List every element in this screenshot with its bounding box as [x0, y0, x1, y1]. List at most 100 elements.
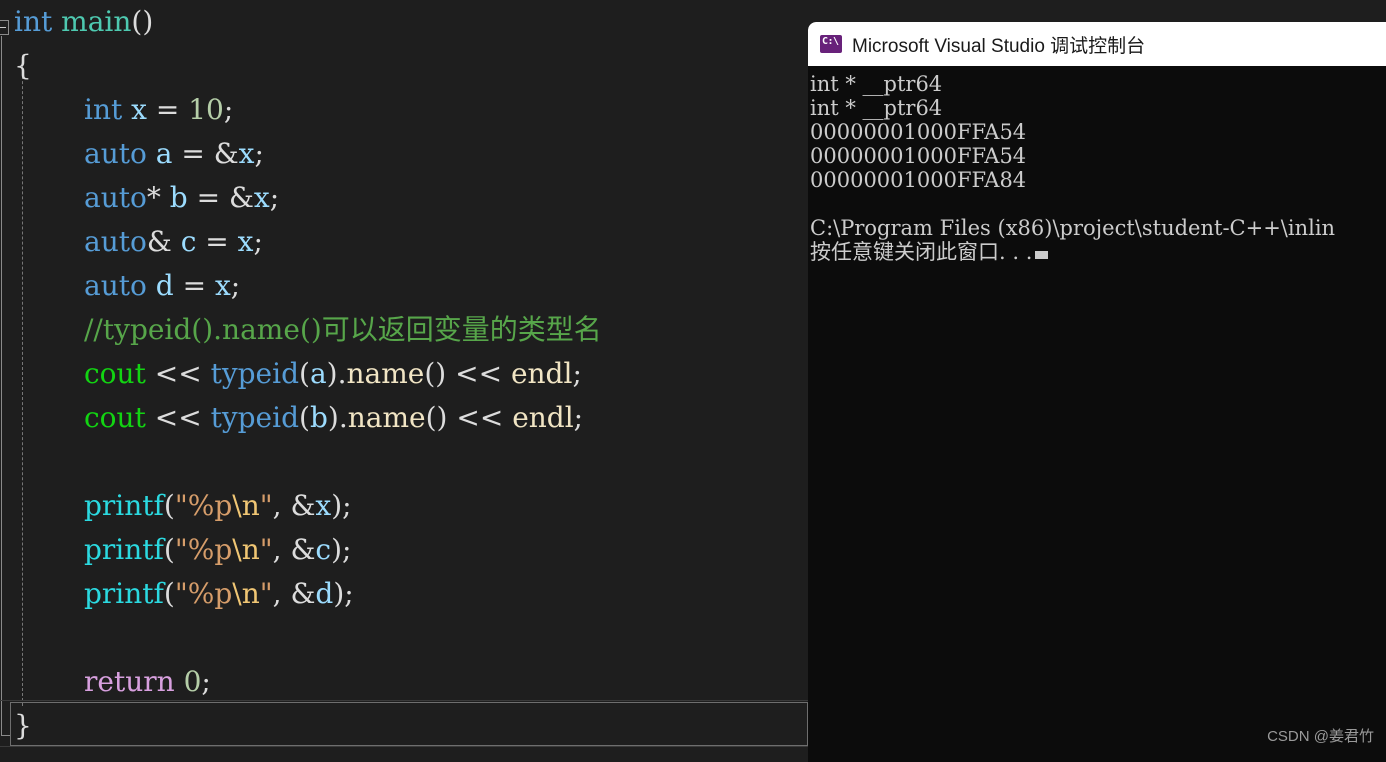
- code-token: (): [424, 357, 447, 390]
- code-token: =: [173, 269, 215, 302]
- console-output-area[interactable]: int * __ptr64 int * __ptr64 00000001000FFA…: [808, 66, 1386, 264]
- code-token: "%p: [174, 577, 233, 610]
- code-token: );: [331, 533, 352, 566]
- code-token: .: [337, 357, 347, 390]
- code-token: ): [327, 401, 339, 434]
- code-line[interactable]: [0, 440, 810, 484]
- code-token: auto: [84, 225, 147, 258]
- code-token: ,: [272, 577, 291, 610]
- code-line[interactable]: auto* b = &x;: [0, 176, 810, 220]
- code-token: (: [299, 401, 310, 434]
- code-token: (: [299, 357, 310, 390]
- code-token: <<: [446, 357, 511, 390]
- code-token: ;: [269, 181, 280, 214]
- code-line[interactable]: auto d = x;: [0, 264, 810, 308]
- code-line[interactable]: cout << typeid(a).name() << endl;: [0, 352, 810, 396]
- code-line[interactable]: return 0;: [0, 660, 810, 704]
- code-line[interactable]: auto& c = x;: [0, 220, 810, 264]
- code-token: cout: [84, 357, 146, 390]
- code-token: {: [14, 49, 32, 82]
- code-token: ): [326, 357, 338, 390]
- code-token: ,: [272, 533, 291, 566]
- code-token: &: [213, 137, 239, 170]
- code-token: typeid: [210, 357, 300, 390]
- console-output-line: 00000001000FFA54: [810, 120, 1027, 144]
- screen-root: int main(){int x = 10; auto a = &x; auto* …: [0, 0, 1386, 762]
- code-token: printf: [84, 533, 164, 566]
- code-token: printf: [84, 489, 164, 522]
- code-line[interactable]: int main(): [0, 0, 810, 44]
- code-token: &: [290, 577, 316, 610]
- code-token: ;: [230, 269, 241, 302]
- code-token: a: [155, 137, 173, 170]
- code-token: name: [346, 357, 425, 390]
- code-editor-pane[interactable]: int main(){int x = 10; auto a = &x; auto* …: [0, 0, 810, 762]
- code-token: &: [228, 181, 254, 214]
- code-token: .: [338, 401, 348, 434]
- code-line[interactable]: {: [0, 44, 810, 88]
- console-title-bar[interactable]: Microsoft Visual Studio 调试控制台: [808, 22, 1386, 66]
- code-token: cout: [84, 401, 146, 434]
- code-line[interactable]: printf("%p\n", &c);: [0, 528, 810, 572]
- code-token: x: [214, 269, 231, 302]
- code-line[interactable]: int x = 10;: [0, 88, 810, 132]
- editor-rule-bottom: [0, 746, 810, 747]
- code-token: (): [131, 5, 154, 38]
- code-token: &: [146, 225, 172, 258]
- code-line[interactable]: [0, 616, 810, 660]
- code-token: =: [172, 137, 214, 170]
- code-token: ": [259, 533, 273, 566]
- code-token: b: [169, 181, 188, 214]
- code-token: endl: [510, 357, 573, 390]
- code-token: int: [14, 5, 53, 38]
- console-cursor: [1035, 251, 1049, 259]
- code-token: &: [290, 489, 316, 522]
- code-token: ,: [272, 489, 291, 522]
- code-token: auto: [84, 181, 147, 214]
- code-line[interactable]: printf("%p\n", &d);: [0, 572, 810, 616]
- console-prompt-text: 按任意键关闭此窗口. . .: [810, 240, 1033, 264]
- code-token: c: [180, 225, 197, 258]
- code-token: "%p: [174, 533, 233, 566]
- code-token: name: [347, 401, 426, 434]
- code-line[interactable]: //typeid().name()可以返回变量的类型名: [0, 308, 810, 352]
- console-output-line: 00000001000FFA54: [810, 144, 1027, 168]
- code-token: (: [163, 489, 175, 522]
- code-line[interactable]: auto a = &x;: [0, 132, 810, 176]
- code-text-area[interactable]: int main(){int x = 10; auto a = &x; auto* …: [0, 0, 810, 748]
- console-prompt-line: 按任意键关闭此窗口. . .: [810, 240, 1386, 264]
- code-token: ": [259, 577, 273, 610]
- code-token: main: [61, 5, 132, 38]
- current-line-highlight: [10, 702, 808, 746]
- console-window-title: Microsoft Visual Studio 调试控制台: [852, 35, 1146, 57]
- csdn-watermark: CSDN @姜君竹: [1267, 728, 1374, 745]
- console-output-line: int * __ptr64: [810, 72, 943, 96]
- code-token: =: [196, 225, 238, 258]
- code-token: return: [84, 665, 175, 698]
- code-token: x: [237, 225, 254, 258]
- code-token: "%p: [174, 489, 233, 522]
- code-token: int: [84, 93, 123, 126]
- code-line[interactable]: cout << typeid(b).name() << endl;: [0, 396, 810, 440]
- code-token: typeid: [210, 401, 300, 434]
- code-token: (: [163, 533, 175, 566]
- code-token: ;: [573, 401, 584, 434]
- code-token: 10: [188, 93, 224, 126]
- code-token: =: [187, 181, 229, 214]
- code-line[interactable]: printf("%p\n", &x);: [0, 484, 810, 528]
- code-token: endl: [512, 401, 574, 434]
- code-token: ;: [223, 93, 234, 126]
- code-token: *: [146, 181, 161, 214]
- code-token: c: [315, 533, 332, 566]
- code-token: ;: [254, 137, 264, 170]
- code-token: x: [253, 181, 270, 214]
- debug-console-window[interactable]: Microsoft Visual Studio 调试控制台 int * __pt…: [808, 22, 1386, 762]
- code-token: auto: [84, 137, 147, 170]
- code-token: x: [238, 137, 255, 170]
